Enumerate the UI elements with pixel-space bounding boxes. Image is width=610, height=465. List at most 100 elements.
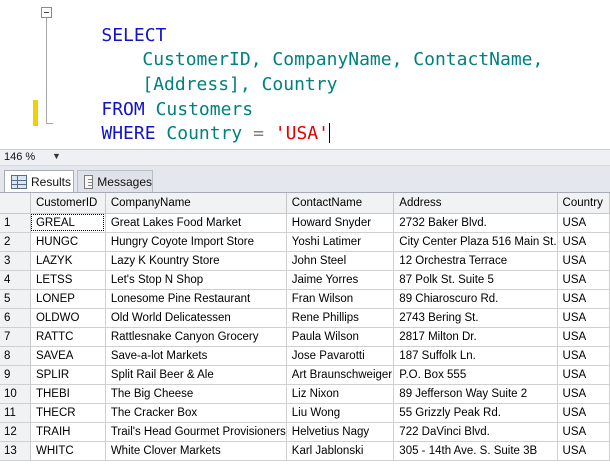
contactname-cell[interactable]: Rene Phillips <box>286 308 395 328</box>
row-number[interactable]: 10 <box>0 384 31 404</box>
address-cell[interactable]: 12 Orchestra Terrace <box>393 251 558 271</box>
results-grid[interactable]: CustomerID CompanyName ContactName Addre… <box>0 192 610 465</box>
table-row[interactable]: 5 LONEP Lonesome Pine Restaurant Fran Wilso… <box>0 289 610 309</box>
customerid-cell[interactable]: GREAL <box>30 213 106 233</box>
column-header-companyname[interactable]: CompanyName <box>105 193 287 214</box>
country-cell[interactable]: USA <box>557 403 610 423</box>
row-header-corner[interactable] <box>0 193 31 214</box>
row-number[interactable]: 13 <box>0 441 31 461</box>
companyname-cell[interactable]: Lonesome Pine Restaurant <box>105 289 287 309</box>
table-row[interactable]: 6 OLDWO Old World Delicatessen Rene Phillip… <box>0 308 610 328</box>
row-number[interactable]: 9 <box>0 365 31 385</box>
companyname-cell[interactable]: Hungry Coyote Import Store <box>105 232 287 252</box>
contactname-cell[interactable]: Jose Pavarotti <box>286 346 395 366</box>
companyname-cell[interactable]: Trail's Head Gourmet Provisioners <box>105 422 287 442</box>
contactname-cell[interactable]: Jaime Yorres <box>286 270 395 290</box>
row-number[interactable]: 11 <box>0 403 31 423</box>
country-cell[interactable]: USA <box>557 384 610 404</box>
contactname-cell[interactable]: John Steel <box>286 251 395 271</box>
address-cell[interactable]: 2732 Baker Blvd. <box>393 213 558 233</box>
row-number[interactable]: 1 <box>0 213 31 233</box>
sql-editor[interactable]: SELECT CustomerID, CompanyName, ContactN… <box>0 0 610 148</box>
customerid-cell[interactable]: OLDWO <box>30 308 106 328</box>
column-header-address[interactable]: Address <box>393 193 558 214</box>
collapse-toggle-icon[interactable] <box>41 7 52 18</box>
country-cell[interactable]: USA <box>557 365 610 385</box>
country-cell[interactable]: USA <box>557 213 610 233</box>
customerid-cell[interactable]: SAVEA <box>30 346 106 366</box>
companyname-cell[interactable]: Great Lakes Food Market <box>105 213 287 233</box>
companyname-cell[interactable]: Old World Delicatessen <box>105 308 287 328</box>
country-cell[interactable]: USA <box>557 441 610 461</box>
table-row[interactable]: 11 THECR The Cracker Box Liu Wong 55 Grizzly… <box>0 403 610 423</box>
table-row[interactable]: 1 GREAL Great Lakes Food Market Howard Snyd… <box>0 213 610 233</box>
contactname-cell[interactable]: Fran Wilson <box>286 289 395 309</box>
address-cell[interactable]: 187 Suffolk Ln. <box>393 346 558 366</box>
table-row[interactable]: 3 LAZYK Lazy K Kountry Store John Steel 12 O… <box>0 251 610 271</box>
table-row[interactable]: 8 SAVEA Save-a-lot Markets Jose Pavarotti 18… <box>0 346 610 366</box>
address-cell[interactable]: 305 - 14th Ave. S. Suite 3B <box>393 441 558 461</box>
zoom-dropdown-icon[interactable]: ▼ <box>52 151 61 161</box>
country-cell[interactable]: USA <box>557 422 610 442</box>
zoom-level[interactable]: 146 % <box>4 151 35 163</box>
customerid-cell[interactable]: THECR <box>30 403 106 423</box>
country-cell[interactable]: USA <box>557 232 610 252</box>
companyname-cell[interactable]: Lazy K Kountry Store <box>105 251 287 271</box>
contactname-cell[interactable]: Karl Jablonski <box>286 441 395 461</box>
companyname-cell[interactable]: Split Rail Beer & Ale <box>105 365 287 385</box>
address-cell[interactable]: 2743 Bering St. <box>393 308 558 328</box>
table-row[interactable]: 10 THEBI The Big Cheese Liz Nixon 89 Jeffers… <box>0 384 610 404</box>
table-row[interactable]: 2 HUNGC Hungry Coyote Import Store Yoshi La… <box>0 232 610 252</box>
contactname-cell[interactable]: Liz Nixon <box>286 384 395 404</box>
address-cell[interactable]: 89 Jefferson Way Suite 2 <box>393 384 558 404</box>
customerid-cell[interactable]: RATTC <box>30 327 106 347</box>
companyname-cell[interactable]: Save-a-lot Markets <box>105 346 287 366</box>
address-cell[interactable]: 722 DaVinci Blvd. <box>393 422 558 442</box>
customerid-cell[interactable]: SPLIR <box>30 365 106 385</box>
country-cell[interactable]: USA <box>557 289 610 309</box>
table-row[interactable]: 12 TRAIH Trail's Head Gourmet Provisioners… <box>0 422 610 442</box>
row-number[interactable]: 6 <box>0 308 31 328</box>
country-cell[interactable]: USA <box>557 251 610 271</box>
table-row[interactable]: 7 RATTC Rattlesnake Canyon Grocery Paula Wi… <box>0 327 610 347</box>
address-cell[interactable]: 2817 Milton Dr. <box>393 327 558 347</box>
contactname-cell[interactable]: Liu Wong <box>286 403 395 423</box>
address-cell[interactable]: 55 Grizzly Peak Rd. <box>393 403 558 423</box>
country-cell[interactable]: USA <box>557 346 610 366</box>
table-row[interactable]: 13 WHITC White Clover Markets Karl Jablonsk… <box>0 441 610 461</box>
tab-results[interactable]: Results <box>4 170 74 193</box>
country-cell[interactable]: USA <box>557 327 610 347</box>
address-cell[interactable]: 87 Polk St. Suite 5 <box>393 270 558 290</box>
customerid-cell[interactable]: LONEP <box>30 289 106 309</box>
address-cell[interactable]: P.O. Box 555 <box>393 365 558 385</box>
table-row[interactable]: 9 SPLIR Split Rail Beer & Ale Art Braunschw… <box>0 365 610 385</box>
table-row[interactable]: 4 LETSS Let's Stop N Shop Jaime Yorres 87 Po… <box>0 270 610 290</box>
row-number[interactable]: 2 <box>0 232 31 252</box>
column-header-contactname[interactable]: ContactName <box>286 193 395 214</box>
customerid-cell[interactable]: LAZYK <box>30 251 106 271</box>
customerid-cell[interactable]: HUNGC <box>30 232 106 252</box>
companyname-cell[interactable]: Let's Stop N Shop <box>105 270 287 290</box>
row-number[interactable]: 5 <box>0 289 31 309</box>
row-number[interactable]: 12 <box>0 422 31 442</box>
customerid-cell[interactable]: LETSS <box>30 270 106 290</box>
column-header-customerid[interactable]: CustomerID <box>30 193 106 214</box>
companyname-cell[interactable]: Rattlesnake Canyon Grocery <box>105 327 287 347</box>
contactname-cell[interactable]: Art Braunschweiger <box>286 365 395 385</box>
row-number[interactable]: 4 <box>0 270 31 290</box>
row-number[interactable]: 3 <box>0 251 31 271</box>
tab-messages[interactable]: Messages <box>77 170 153 193</box>
address-cell[interactable]: 89 Chiaroscuro Rd. <box>393 289 558 309</box>
companyname-cell[interactable]: The Cracker Box <box>105 403 287 423</box>
address-cell[interactable]: City Center Plaza 516 Main St. <box>393 232 558 252</box>
contactname-cell[interactable]: Howard Snyder <box>286 213 395 233</box>
row-number[interactable]: 7 <box>0 327 31 347</box>
country-cell[interactable]: USA <box>557 270 610 290</box>
contactname-cell[interactable]: Paula Wilson <box>286 327 395 347</box>
country-cell[interactable]: USA <box>557 308 610 328</box>
customerid-cell[interactable]: TRAIH <box>30 422 106 442</box>
column-header-country[interactable]: Country <box>557 193 610 214</box>
companyname-cell[interactable]: The Big Cheese <box>105 384 287 404</box>
contactname-cell[interactable]: Yoshi Latimer <box>286 232 395 252</box>
customerid-cell[interactable]: THEBI <box>30 384 106 404</box>
